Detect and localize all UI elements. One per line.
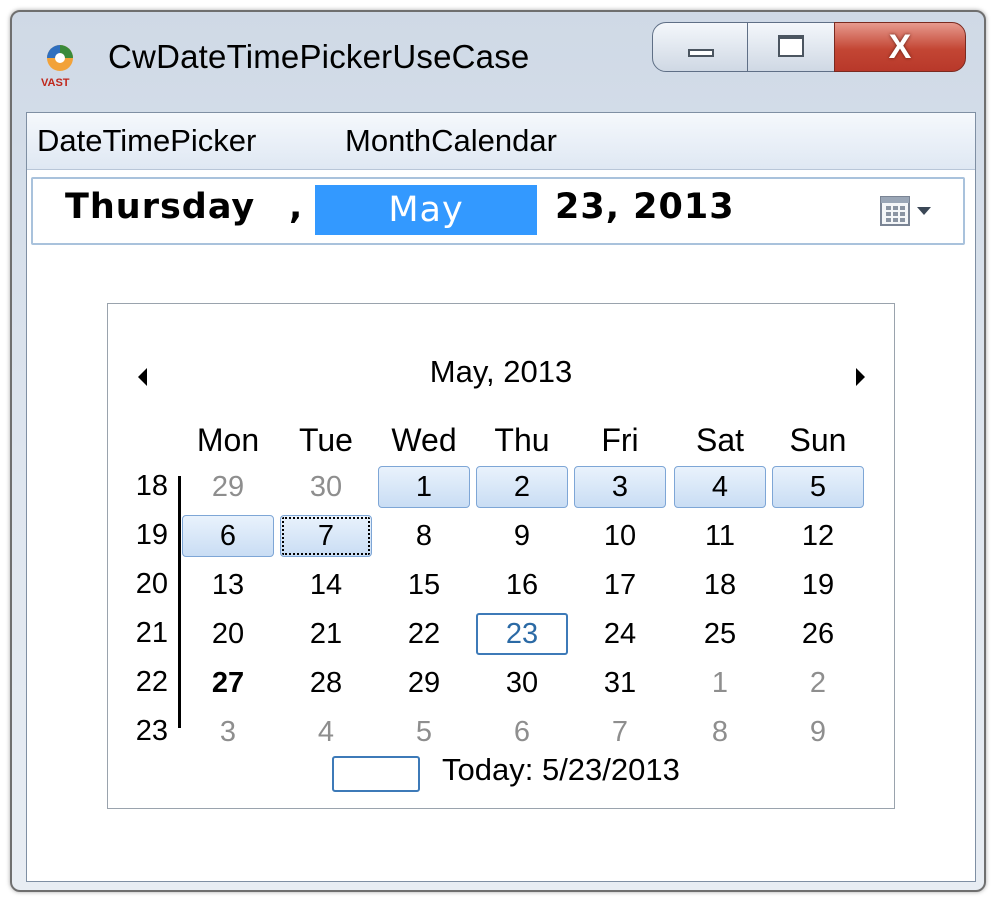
close-icon: X [888,27,912,66]
today-marker-swatch [332,756,420,792]
day-cell[interactable]: 5 [378,711,470,753]
day-cell[interactable]: 20 [182,613,274,655]
day-cell[interactable]: 28 [280,662,372,704]
day-cell[interactable]: 22 [378,613,470,655]
day-cell[interactable]: 19 [772,564,864,606]
day-cell[interactable]: 7 [574,711,666,753]
day-cell[interactable]: 9 [772,711,864,753]
day-cell[interactable]: 26 [772,613,864,655]
day-cell[interactable]: 25 [674,613,766,655]
day-cell-today[interactable]: 23 [476,613,568,655]
day-cell[interactable]: 24 [574,613,666,655]
day-cell[interactable]: 29 [378,662,470,704]
day-cell[interactable]: 8 [674,711,766,753]
day-cell[interactable]: 18 [674,564,766,606]
day-cell[interactable]: 16 [476,564,568,606]
day-cell[interactable]: 12 [772,515,864,557]
weekday-header: Mon [196,422,260,458]
dtp-separator: , [289,187,304,227]
day-cell[interactable]: 17 [574,564,666,606]
vast-logo-icon: VAST [41,45,73,88]
svg-text:VAST: VAST [41,77,70,88]
day-cell[interactable]: 11 [674,515,766,557]
week-number: 23 [135,715,168,747]
day-cell[interactable]: 5 [772,466,864,508]
day-cell[interactable]: 31 [574,662,666,704]
week-number: 22 [135,666,168,698]
week-number: 18 [135,470,168,502]
day-cell[interactable]: 1 [378,466,470,508]
day-cell[interactable]: 30 [476,662,568,704]
menu-datetimepicker[interactable]: DateTimePicker [37,123,256,159]
day-cell[interactable]: 9 [476,515,568,557]
weekday-header: Sat [695,422,745,458]
day-cell[interactable]: 2 [772,662,864,704]
weekday-header: Tue [299,422,353,458]
day-cell[interactable]: 21 [280,613,372,655]
menu-monthcalendar[interactable]: MonthCalendar [345,123,557,159]
weekday-header: Fri [601,422,639,458]
next-month-arrow[interactable] [856,368,865,386]
day-cell[interactable]: 6 [476,711,568,753]
day-cell[interactable]: 4 [280,711,372,753]
maximize-icon [778,35,804,57]
calendar-dropdown-icon[interactable] [879,193,941,231]
minimize-button[interactable] [652,22,748,72]
day-cell[interactable]: 13 [182,564,274,606]
title-bar[interactable]: VAST CwDateTimePickerUseCase X [12,12,984,112]
window-title: CwDateTimePickerUseCase [108,38,530,75]
day-cell[interactable]: 3 [574,466,666,508]
dtp-weekday[interactable]: Thursday [65,187,255,227]
close-button[interactable]: X [834,22,966,72]
date-time-picker[interactable]: Thursday , May 23, 2013 [31,177,965,245]
minimize-icon [688,49,714,57]
maximize-button[interactable] [747,22,835,72]
week-number: 19 [135,519,168,551]
menu-bar: DateTimePicker MonthCalendar [27,113,975,170]
weekday-header: Sun [789,422,847,458]
week-number: 21 [135,617,168,649]
day-cell[interactable]: 1 [674,662,766,704]
month-calendar: May, 2013 Today: 5/23/2013 Mon Tue Wed Thu F… [107,303,895,809]
day-cell[interactable]: 4 [674,466,766,508]
weekday-header: Thu [494,422,550,458]
weekday-header: Wed [391,422,457,458]
day-cell[interactable]: 8 [378,515,470,557]
day-cell[interactable]: 14 [280,564,372,606]
dtp-day-year[interactable]: 23, 2013 [555,187,735,227]
calendar-title[interactable]: May, 2013 [108,354,894,390]
caption-buttons: X [652,22,982,76]
day-cell[interactable]: 15 [378,564,470,606]
day-cell[interactable]: 29 [182,466,274,508]
day-cell[interactable]: 3 [182,711,274,753]
day-cell[interactable]: 6 [182,515,274,557]
client-area: DateTimePicker MonthCalendar Thursday , … [26,112,976,882]
day-cell[interactable]: 10 [574,515,666,557]
app-window: VAST CwDateTimePickerUseCase X DateTimeP… [10,10,986,892]
day-cell[interactable]: 2 [476,466,568,508]
day-cell[interactable]: 7 [280,515,372,557]
day-cell[interactable]: 30 [280,466,372,508]
week-number-divider [178,476,181,728]
dtp-month-selected[interactable]: May [315,185,537,235]
day-cell[interactable]: 27 [182,662,274,704]
today-label[interactable]: Today: 5/23/2013 [442,752,680,788]
week-number: 20 [135,568,168,600]
